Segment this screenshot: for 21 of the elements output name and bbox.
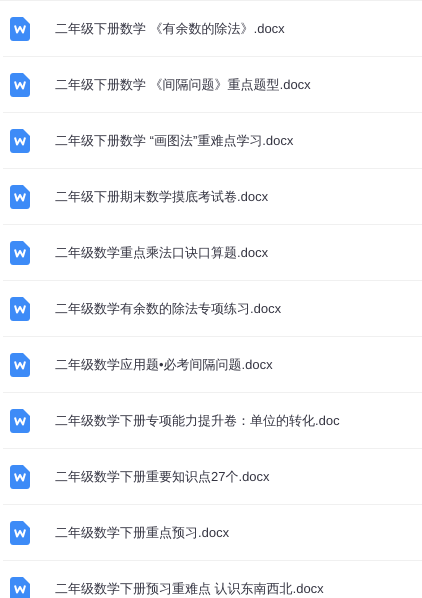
- word-document-icon: [10, 72, 30, 96]
- word-document-icon: [10, 184, 30, 208]
- word-document-icon: [10, 352, 30, 376]
- file-name[interactable]: 二年级下册数学 《有余数的除法》.docx: [55, 18, 285, 38]
- word-document-icon: [10, 520, 30, 544]
- file-name[interactable]: 二年级数学应用题•必考间隔问题.docx: [55, 354, 273, 374]
- word-document-icon: [10, 128, 30, 152]
- file-name[interactable]: 二年级数学下册重要知识点27个.docx: [55, 466, 270, 486]
- file-name[interactable]: 二年级数学重点乘法口诀口算题.docx: [55, 242, 268, 262]
- word-document-icon: [10, 296, 30, 320]
- word-document-icon: [10, 464, 30, 488]
- file-name[interactable]: 二年级下册期末数学摸底考试卷.docx: [55, 186, 268, 206]
- file-name[interactable]: 二年级数学有余数的除法专项练习.docx: [55, 298, 282, 318]
- file-name[interactable]: 二年级数学下册预习重难点 认识东南西北.docx: [55, 578, 324, 598]
- word-document-icon: [10, 16, 30, 40]
- file-name[interactable]: 二年级数学下册重点预习.docx: [55, 522, 230, 542]
- file-name[interactable]: 二年级数学下册专项能力提升卷：单位的转化.doc: [55, 410, 340, 430]
- file-name[interactable]: 二年级下册数学 《间隔问题》重点题型.docx: [55, 74, 311, 94]
- word-document-icon: [10, 408, 30, 432]
- file-name[interactable]: 二年级下册数学 “画图法”重难点学习.docx: [55, 130, 294, 150]
- word-document-icon: [10, 240, 30, 264]
